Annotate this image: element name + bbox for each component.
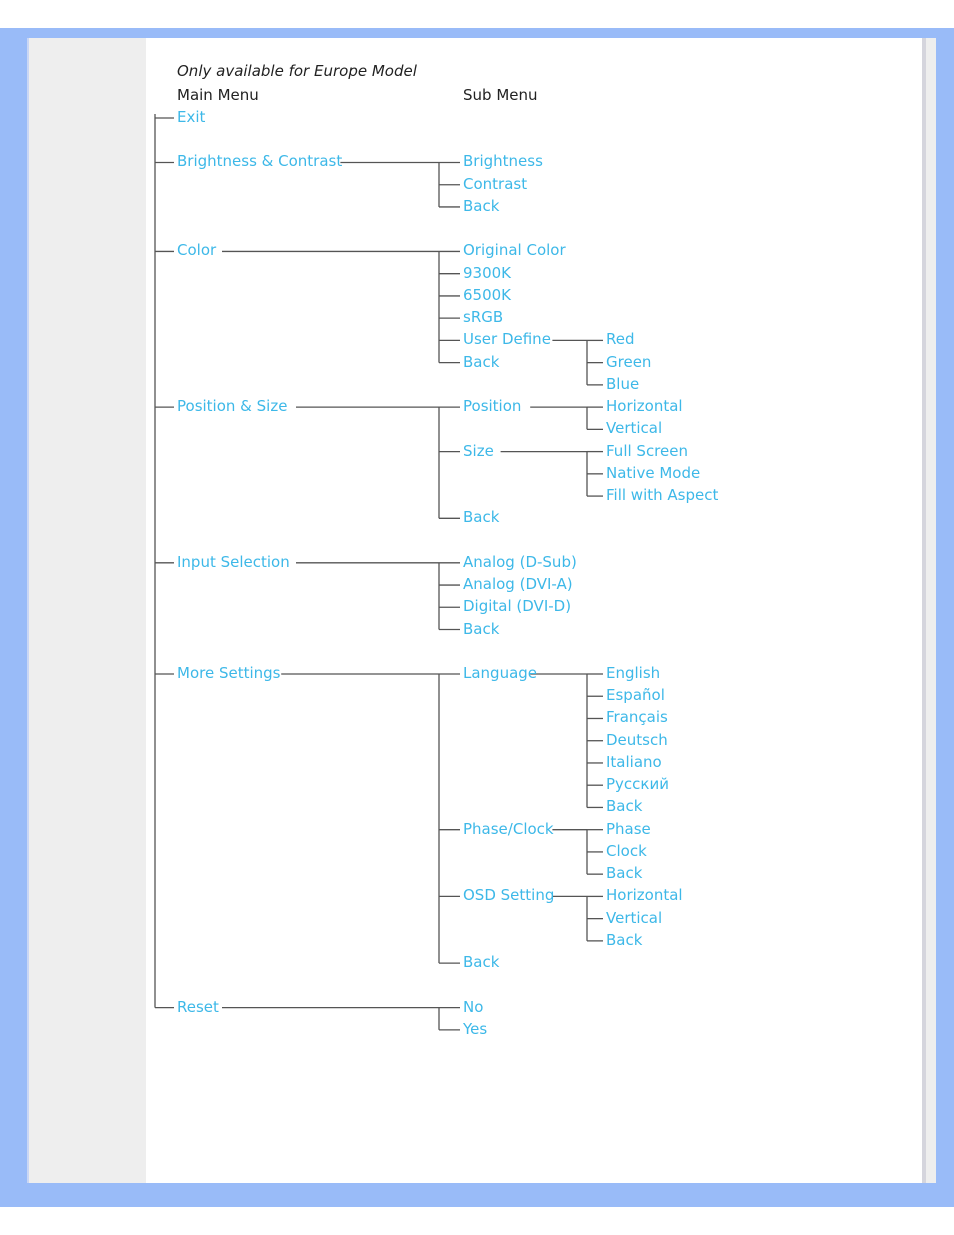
sub-menu-item-osd-setting[interactable]: OSD Setting (463, 886, 554, 904)
sub-menu-item-position[interactable]: Position (463, 397, 521, 415)
sub-menu-item-deutsch[interactable]: Deutsch (606, 731, 668, 749)
sub-menu-item-contrast[interactable]: Contrast (463, 175, 527, 193)
sub-menu-item-back[interactable]: Back (463, 197, 499, 215)
sub-menu-item-vertical[interactable]: Vertical (606, 419, 662, 437)
sub-menu-item-back[interactable]: Back (463, 953, 499, 971)
main-menu-item-color[interactable]: Color (177, 241, 216, 259)
sub-menu-item-espa-ol[interactable]: Español (606, 686, 665, 704)
sub-menu-item-red[interactable]: Red (606, 330, 635, 348)
sub-menu-item-digital-dvi-d[interactable]: Digital (DVI-D) (463, 597, 571, 615)
sub-menu-item-9300k[interactable]: 9300K (463, 264, 511, 282)
sub-menu-item-back[interactable]: Back (463, 353, 499, 371)
sub-menu-item-original-color[interactable]: Original Color (463, 241, 566, 259)
sub-menu-item-analog-dvi-a[interactable]: Analog (DVI-A) (463, 575, 573, 593)
sub-menu-item-fran-ais[interactable]: Français (606, 708, 668, 726)
main-menu-item-more-settings[interactable]: More Settings (177, 664, 280, 682)
main-menu-item-input-selection[interactable]: Input Selection (177, 553, 290, 571)
sub-menu-item-green[interactable]: Green (606, 353, 651, 371)
sub-menu-item-english[interactable]: English (606, 664, 660, 682)
sub-menu-item-phase-clock[interactable]: Phase/Clock (463, 820, 554, 838)
main-menu-item-exit[interactable]: Exit (177, 108, 205, 126)
sub-menu-item-back[interactable]: Back (463, 620, 499, 638)
sub-menu-item-srgb[interactable]: sRGB (463, 308, 503, 326)
sub-menu-item-full-screen[interactable]: Full Screen (606, 442, 688, 460)
sub-menu-item-language[interactable]: Language (463, 664, 537, 682)
sub-menu-item-size[interactable]: Size (463, 442, 494, 460)
sub-menu-item-item[interactable]: Русский (606, 775, 669, 793)
sub-menu-item-analog-d-sub[interactable]: Analog (D-Sub) (463, 553, 577, 571)
sub-menu-item-phase[interactable]: Phase (606, 820, 651, 838)
sub-menu-item-back[interactable]: Back (606, 797, 642, 815)
main-menu-item-position-size[interactable]: Position & Size (177, 397, 287, 415)
sub-menu-item-user-define[interactable]: User Define (463, 330, 551, 348)
sub-menu-item-blue[interactable]: Blue (606, 375, 639, 393)
sub-menu-item-vertical[interactable]: Vertical (606, 909, 662, 927)
sub-menu-item-6500k[interactable]: 6500K (463, 286, 511, 304)
sub-menu-item-horizontal[interactable]: Horizontal (606, 886, 683, 904)
sub-menu-item-italiano[interactable]: Italiano (606, 753, 662, 771)
sub-menu-item-brightness[interactable]: Brightness (463, 152, 543, 170)
main-menu-item-brightness-contrast[interactable]: Brightness & Contrast (177, 152, 342, 170)
sub-menu-item-native-mode[interactable]: Native Mode (606, 464, 700, 482)
sub-menu-item-clock[interactable]: Clock (606, 842, 647, 860)
sub-menu-item-no[interactable]: No (463, 998, 483, 1016)
sub-menu-item-back[interactable]: Back (606, 864, 642, 882)
sub-menu-item-yes[interactable]: Yes (463, 1020, 487, 1038)
sub-menu-item-horizontal[interactable]: Horizontal (606, 397, 683, 415)
sub-menu-item-back[interactable]: Back (463, 508, 499, 526)
sub-menu-item-fill-with-aspect[interactable]: Fill with Aspect (606, 486, 718, 504)
sub-menu-item-back[interactable]: Back (606, 931, 642, 949)
main-menu-item-reset[interactable]: Reset (177, 998, 219, 1016)
